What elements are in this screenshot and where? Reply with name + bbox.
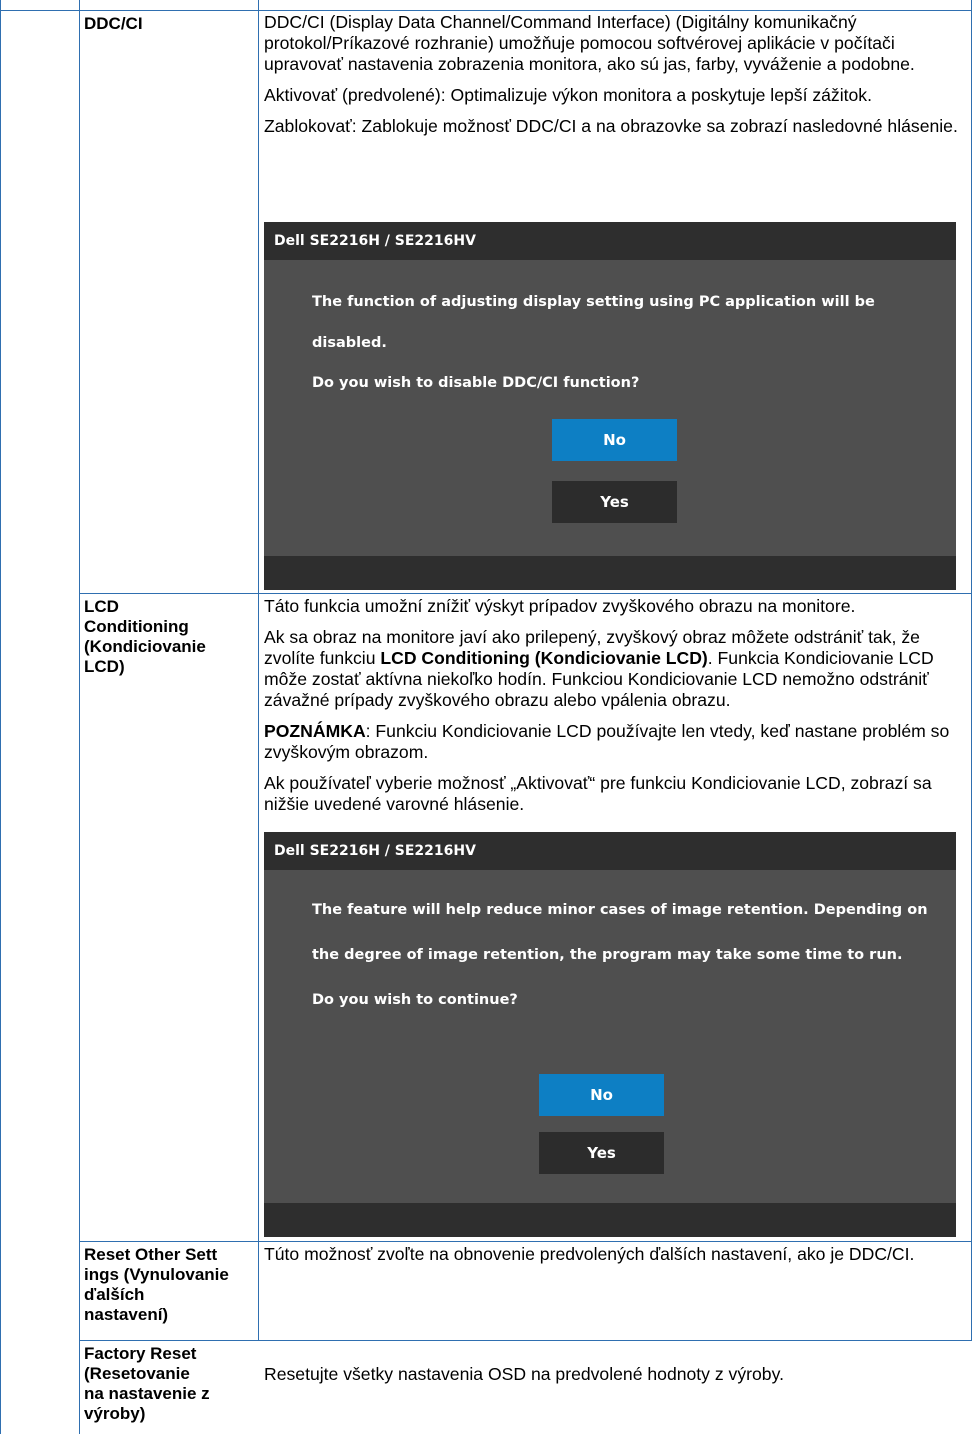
setting-description-ddcci: DDC/CI (Display Data Channel/Command Int… — [264, 12, 970, 147]
setting-name-label: LCD — [84, 597, 119, 616]
osd-dialog-lcd-conditioning: Dell SE2216H / SE2216HV The feature will… — [264, 832, 956, 1237]
note-label: POZNÁMKA — [264, 721, 366, 741]
osd-dialog-message: The function of adjusting display settin… — [312, 294, 875, 310]
description-paragraph: Túto možnosť zvoľte na obnovenie predvol… — [264, 1244, 915, 1264]
description-paragraph: Ak používateľ vyberie možnosť „Aktivovať… — [264, 773, 932, 814]
description-paragraph: Zablokovať: Zablokuje možnosť DDC/CI a n… — [264, 116, 958, 136]
no-button[interactable]: No — [539, 1074, 664, 1116]
yes-button[interactable]: Yes — [539, 1132, 664, 1174]
setting-name-label: DDC/CI — [84, 14, 143, 33]
osd-dialog-question: Do you wish to continue? — [312, 992, 518, 1008]
table-column-divider — [79, 0, 80, 1434]
setting-name-lcd-conditioning: LCD Conditioning (Kondiciovanie LCD) — [84, 597, 254, 677]
description-paragraph: Ak sa obraz na monitore javí ako prilepe… — [264, 627, 970, 711]
setting-name-label: ďalších — [84, 1285, 145, 1304]
osd-dialog-footer — [264, 1203, 956, 1237]
settings-table: DDC/CI DDC/CI (Display Data Channel/Comm… — [0, 0, 975, 1434]
description-paragraph: Aktivovať (predvolené): Optimalizuje výk… — [264, 85, 872, 105]
setting-name-factory-reset: Factory Reset (Resetovanie na nastavenie… — [84, 1344, 254, 1424]
osd-dialog-footer — [264, 556, 956, 590]
note-text: : Funkciu Kondiciovanie LCD používajte l… — [264, 721, 950, 762]
table-left-border — [0, 0, 1, 1434]
table-row-divider — [79, 1340, 972, 1341]
setting-description-lcd-conditioning: Táto funkcia umožní znížiť výskyt prípad… — [264, 596, 970, 825]
osd-dialog-message: disabled. — [312, 335, 387, 351]
setting-description-reset-other-settings: Túto možnosť zvoľte na obnovenie predvol… — [264, 1244, 970, 1275]
setting-name-label: (Resetovanie — [84, 1364, 190, 1383]
table-row-divider — [0, 10, 972, 11]
description-paragraph: DDC/CI (Display Data Channel/Command Int… — [264, 12, 915, 74]
osd-dialog-ddcci: Dell SE2216H / SE2216HV The function of … — [264, 222, 956, 590]
no-button[interactable]: No — [552, 419, 677, 461]
osd-dialog-title: Dell SE2216H / SE2216HV — [264, 222, 956, 260]
description-paragraph: Resetujte všetky nastavenia OSD na predv… — [264, 1364, 784, 1384]
setting-name-label: ings (Vynulovanie — [84, 1265, 229, 1284]
osd-dialog-message: the degree of image retention, the progr… — [312, 947, 903, 963]
setting-name-label: Conditioning — [84, 617, 189, 636]
setting-name-label: výroby) — [84, 1404, 146, 1423]
setting-name-label: nastavení) — [84, 1305, 169, 1324]
osd-dialog-title: Dell SE2216H / SE2216HV — [264, 832, 956, 870]
lcd-conditioning-emphasis: LCD Conditioning (Kondiciovanie LCD) — [380, 648, 708, 668]
description-paragraph: Táto funkcia umožní znížiť výskyt prípad… — [264, 596, 856, 616]
setting-name-label: na nastavenie z — [84, 1384, 210, 1403]
setting-name-label: Reset Other Sett — [84, 1245, 218, 1264]
note-paragraph: POZNÁMKA: Funkciu Kondiciovanie LCD použ… — [264, 721, 970, 763]
setting-name-label: (Kondiciovanie — [84, 637, 206, 656]
table-column-divider — [258, 0, 259, 1340]
osd-dialog-question: Do you wish to disable DDC/CI function? — [312, 375, 640, 391]
setting-name-label: Factory Reset — [84, 1344, 197, 1363]
osd-dialog-message: The feature will help reduce minor cases… — [312, 902, 928, 918]
table-row-divider — [79, 593, 972, 594]
yes-button[interactable]: Yes — [552, 481, 677, 523]
setting-description-factory-reset: Resetujte všetky nastavenia OSD na predv… — [264, 1364, 970, 1395]
setting-name-label: LCD) — [84, 657, 125, 676]
setting-name-ddcci: DDC/CI — [84, 14, 254, 34]
table-right-border — [971, 0, 972, 1340]
table-row-divider — [79, 1241, 972, 1242]
setting-name-reset-other-settings: Reset Other Sett ings (Vynulovanie ďalší… — [84, 1245, 254, 1325]
